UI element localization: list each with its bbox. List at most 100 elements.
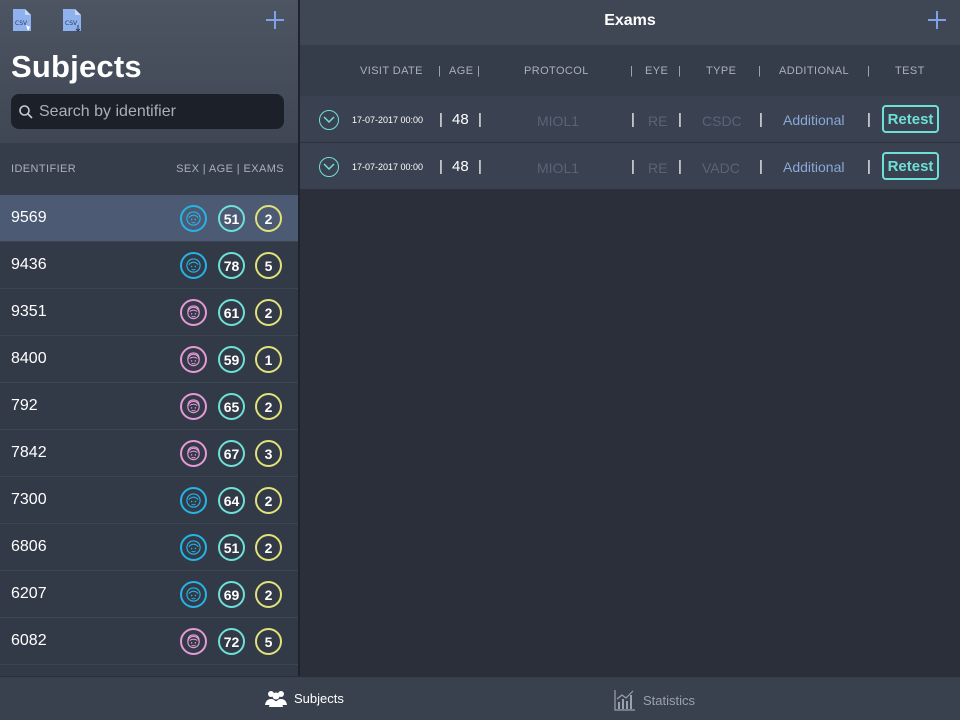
column-separator: |	[759, 158, 763, 175]
tab-statistics[interactable]: Statistics	[614, 689, 695, 711]
subject-row[interactable]: 6806 51 2	[0, 524, 298, 571]
subject-row[interactable]: 9569 51 2	[0, 195, 298, 242]
exams-count-badge: 2	[255, 205, 282, 232]
csv-export-icon[interactable]: CSV	[11, 8, 33, 32]
age-badge: 59	[218, 346, 245, 373]
female-face-icon	[180, 346, 207, 373]
exam-age: 48	[452, 158, 469, 175]
subject-row[interactable]: 6207 69 2	[0, 571, 298, 618]
visit-date: 17-07-2017 00:00	[352, 115, 424, 125]
retest-button[interactable]: Retest	[882, 152, 939, 180]
male-face-icon	[180, 252, 207, 279]
subject-row[interactable]: 8400 59 1	[0, 336, 298, 383]
column-separator: |	[867, 158, 871, 175]
exams-header: Exams	[300, 0, 960, 45]
column-type: TYPE	[706, 65, 737, 77]
subject-identifier: 6082	[11, 632, 47, 649]
subject-row[interactable]: 7300 64 2	[0, 477, 298, 524]
male-face-icon	[180, 534, 207, 561]
age-badge: 78	[218, 252, 245, 279]
column-separator: |	[478, 158, 482, 175]
age-badge: 72	[218, 628, 245, 655]
exam-protocol: MIOL1	[537, 160, 580, 176]
add-subject-button[interactable]	[266, 11, 284, 29]
subject-row[interactable]: 9436 78 5	[0, 242, 298, 289]
subject-row[interactable]: 6082 72 5	[0, 618, 298, 665]
subject-identifier: 6207	[11, 585, 47, 602]
age-badge: 51	[218, 205, 245, 232]
column-separator: |	[439, 111, 443, 128]
subjects-panel: CSV CSV Subjects IDENTIFIER SEX | AGE | …	[0, 0, 298, 676]
column-separator: |	[631, 158, 635, 175]
exam-row: 17-07-2017 00:00 | 48 | MIOL1 | RE | CSDC | Additi…	[300, 96, 960, 143]
exams-count-badge: 2	[255, 487, 282, 514]
exam-protocol: MIOL1	[537, 113, 580, 129]
column-additional: ADDITIONAL	[779, 65, 850, 77]
expand-chevron-icon[interactable]	[319, 157, 339, 177]
column-separator: |	[631, 111, 635, 128]
column-separator: |	[678, 111, 682, 128]
tab-subjects[interactable]: Subjects	[265, 689, 344, 707]
additional-link[interactable]: Additional	[783, 112, 845, 128]
tab-bar: Subjects Statistics	[0, 676, 960, 720]
people-icon	[265, 691, 287, 707]
exam-row: 17-07-2017 00:00 | 48 | MIOL1 | RE | VADC | Additi…	[300, 143, 960, 190]
csv-icon-text: CSV	[15, 20, 28, 27]
column-separator: |	[678, 158, 682, 175]
column-separator: |	[477, 65, 481, 77]
exams-count-badge: 2	[255, 299, 282, 326]
subject-list-header: IDENTIFIER SEX | AGE | EXAMS	[0, 143, 298, 195]
age-badge: 69	[218, 581, 245, 608]
exams-panel: Exams VISIT DATE | AGE | PROTOCOL | EYE …	[300, 0, 960, 676]
subject-list: 9569 51 2 9436 78 5 9351 61 2 8400 59 1 792 65 2 7842 67…	[0, 195, 298, 665]
column-separator: |	[759, 111, 763, 128]
exams-count-badge: 1	[255, 346, 282, 373]
male-face-icon	[180, 205, 207, 232]
age-badge: 67	[218, 440, 245, 467]
additional-link[interactable]: Additional	[783, 159, 845, 175]
column-separator: |	[630, 65, 634, 77]
column-separator: |	[758, 65, 762, 77]
subject-row[interactable]: 9351 61 2	[0, 289, 298, 336]
column-identifier: IDENTIFIER	[11, 163, 77, 175]
column-test: TEST	[895, 65, 925, 77]
subject-row[interactable]: 7842 67 3	[0, 430, 298, 477]
tab-subjects-label: Subjects	[294, 690, 344, 706]
add-exam-button[interactable]	[928, 11, 946, 29]
exams-count-badge: 5	[255, 252, 282, 279]
column-age: AGE	[449, 65, 474, 77]
subject-identifier: 9569	[11, 209, 47, 226]
retest-button[interactable]: Retest	[882, 105, 939, 133]
female-face-icon	[180, 299, 207, 326]
subject-identifier: 8400	[11, 350, 47, 367]
csv-import-icon[interactable]: CSV	[61, 8, 83, 32]
exams-count-badge: 3	[255, 440, 282, 467]
column-separator: |	[678, 65, 682, 77]
exams-count-badge: 2	[255, 393, 282, 420]
expand-chevron-icon[interactable]	[319, 110, 339, 130]
subject-row[interactable]: 792 65 2	[0, 383, 298, 430]
column-protocol: PROTOCOL	[524, 65, 589, 77]
statistics-icon	[614, 690, 635, 711]
exams-count-badge: 2	[255, 581, 282, 608]
exam-list: 17-07-2017 00:00 | 48 | MIOL1 | RE | CSDC | Additi…	[300, 96, 960, 190]
exam-type: CSDC	[702, 113, 742, 129]
exams-title: Exams	[604, 12, 656, 29]
column-separator: |	[438, 65, 442, 77]
exam-type: VADC	[702, 160, 740, 176]
exam-list-header: VISIT DATE | AGE | PROTOCOL | EYE | TYPE…	[300, 45, 960, 96]
csv-icon-text: CSV	[65, 20, 78, 27]
column-separator: |	[867, 65, 871, 77]
column-eye: EYE	[645, 65, 669, 77]
male-face-icon	[180, 487, 207, 514]
tab-statistics-label: Statistics	[643, 692, 696, 708]
search-bar[interactable]	[11, 94, 284, 129]
subject-identifier: 6806	[11, 538, 47, 555]
female-face-icon	[180, 393, 207, 420]
exams-count-badge: 2	[255, 534, 282, 561]
age-badge: 64	[218, 487, 245, 514]
female-face-icon	[180, 628, 207, 655]
search-input[interactable]	[39, 102, 269, 121]
column-separator: |	[478, 111, 482, 128]
search-icon	[19, 104, 33, 119]
